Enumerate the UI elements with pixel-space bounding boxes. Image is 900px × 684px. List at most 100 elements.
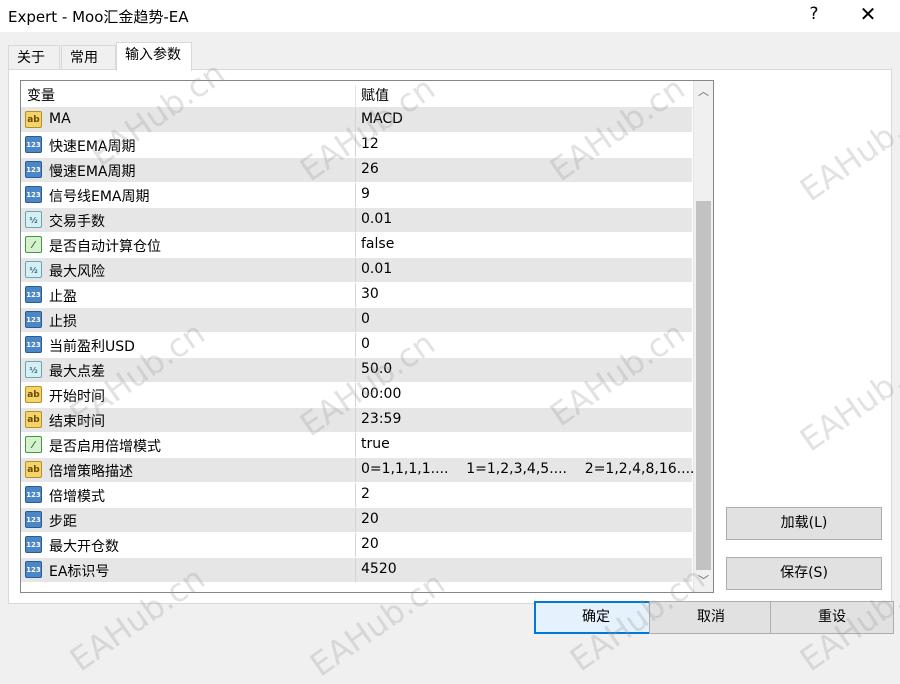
column-separator — [355, 308, 356, 332]
parameter-name: 止损 — [49, 314, 77, 330]
window-title: Expert - Moo汇金趋势-EA — [8, 8, 189, 26]
parameter-name: 交易手数 — [49, 214, 105, 230]
column-separator — [355, 483, 356, 507]
parameters-grid: 变量 赋值 ab MA MACD 123 快速EMA周期 12 123 慢速EMA周期 26 12… — [20, 80, 714, 593]
parameter-value[interactable]: 0 — [361, 311, 370, 327]
parameter-value[interactable]: true — [361, 436, 390, 452]
frac-type-icon: ½ — [25, 361, 42, 378]
table-row[interactable]: ⁄ 是否自动计算仓位 false — [21, 233, 692, 258]
table-row[interactable]: 123 倍增模式 2 — [21, 483, 692, 508]
parameter-value[interactable]: MACD — [361, 111, 403, 127]
table-row[interactable]: 123 快速EMA周期 12 — [21, 133, 692, 158]
num-type-icon: 123 — [25, 161, 42, 178]
save-button[interactable]: 保存(S) — [726, 557, 882, 590]
parameter-value[interactable]: false — [361, 236, 394, 252]
scroll-up-icon[interactable]: ︿ — [694, 83, 713, 101]
table-row[interactable]: 123 步距 20 — [21, 508, 692, 533]
num-type-icon: 123 — [25, 286, 42, 303]
parameter-value[interactable]: 23:59 — [361, 411, 401, 427]
tab-common[interactable]: 常用 — [61, 45, 116, 70]
ab-type-icon: ab — [25, 411, 42, 428]
column-separator — [355, 508, 356, 532]
column-separator — [355, 558, 356, 582]
table-row[interactable]: 123 最大开仓数 20 — [21, 533, 692, 558]
help-button[interactable]: ? — [788, 0, 840, 30]
table-row[interactable]: ab 结束时间 23:59 — [21, 408, 692, 433]
vertical-scrollbar[interactable]: ︿ ﹀ — [693, 81, 713, 592]
column-separator — [355, 208, 356, 232]
reset-button[interactable]: 重设 — [770, 601, 894, 634]
ab-type-icon: ab — [25, 111, 42, 128]
parameter-value[interactable]: 4520 — [361, 561, 397, 577]
table-row[interactable]: 123 止损 0 — [21, 308, 692, 333]
table-row[interactable]: ab 倍增策略描述 0=1,1,1,1.... 1=1,2,3,4,5.... 2=… — [21, 458, 699, 483]
column-separator — [355, 433, 356, 457]
parameter-name: EA标识号 — [49, 564, 110, 580]
bool-type-icon: ⁄ — [25, 436, 42, 453]
header-value[interactable]: 赋值 — [361, 85, 389, 105]
tab-inputs[interactable]: 输入参数 — [116, 42, 192, 71]
parameter-name: 最大风险 — [49, 264, 105, 280]
title-bar: Expert - Moo汇金趋势-EA ? ✕ — [0, 0, 900, 32]
parameter-name: 当前盈利USD — [49, 339, 135, 355]
num-type-icon: 123 — [25, 311, 42, 328]
parameter-value[interactable]: 20 — [361, 511, 379, 527]
parameter-name: 最大开仓数 — [49, 539, 119, 555]
num-type-icon: 123 — [25, 486, 42, 503]
column-separator — [355, 358, 356, 382]
parameter-name: 信号线EMA周期 — [49, 189, 150, 205]
column-separator — [355, 458, 356, 482]
table-row[interactable]: ab MA MACD — [21, 108, 692, 133]
table-row[interactable]: 123 EA标识号 4520 — [21, 558, 692, 583]
parameter-value[interactable]: 0.01 — [361, 211, 392, 227]
parameter-value[interactable]: 0=1,1,1,1.... 1=1,2,3,4,5.... 2=1,2,4,8,… — [361, 461, 699, 477]
scroll-thumb[interactable] — [696, 201, 711, 570]
parameter-name: MA — [49, 111, 71, 127]
parameter-value[interactable]: 50.0 — [361, 361, 392, 377]
scroll-down-icon[interactable]: ﹀ — [694, 572, 713, 590]
num-type-icon: 123 — [25, 536, 42, 553]
parameter-name: 是否自动计算仓位 — [49, 239, 161, 255]
frac-type-icon: ½ — [25, 211, 42, 228]
cancel-button[interactable]: 取消 — [649, 601, 773, 634]
table-row[interactable]: 123 信号线EMA周期 9 — [21, 183, 692, 208]
parameter-value[interactable]: 20 — [361, 536, 379, 552]
parameter-value[interactable]: 0.01 — [361, 261, 392, 277]
close-button[interactable]: ✕ — [842, 0, 894, 30]
num-type-icon: 123 — [25, 336, 42, 353]
parameter-name: 快速EMA周期 — [49, 139, 136, 155]
parameter-name: 结束时间 — [49, 414, 105, 430]
parameter-value[interactable]: 2 — [361, 486, 370, 502]
parameter-name: 慢速EMA周期 — [49, 164, 136, 180]
table-row[interactable]: ⁄ 是否启用倍增模式 true — [21, 433, 692, 458]
table-row[interactable]: ½ 最大风险 0.01 — [21, 258, 692, 283]
parameter-value[interactable]: 9 — [361, 186, 370, 202]
table-row[interactable]: 123 慢速EMA周期 26 — [21, 158, 692, 183]
column-separator — [355, 283, 356, 307]
column-separator — [355, 333, 356, 357]
tab-about[interactable]: 关于 — [8, 45, 60, 70]
parameter-value[interactable]: 0 — [361, 336, 370, 352]
ab-type-icon: ab — [25, 461, 42, 478]
parameter-value[interactable]: 00:00 — [361, 386, 401, 402]
grid-header: 变量 赋值 — [21, 81, 693, 111]
num-type-icon: 123 — [25, 561, 42, 578]
header-variable[interactable]: 变量 — [27, 85, 55, 105]
parameter-value[interactable]: 26 — [361, 161, 379, 177]
parameter-name: 止盈 — [49, 289, 77, 305]
table-row[interactable]: 123 当前盈利USD 0 — [21, 333, 692, 358]
parameter-value[interactable]: 12 — [361, 136, 379, 152]
parameter-value[interactable]: 30 — [361, 286, 379, 302]
ok-button[interactable]: 确定 — [534, 601, 658, 634]
table-row[interactable]: ab 开始时间 00:00 — [21, 383, 692, 408]
table-row[interactable]: 123 止盈 30 — [21, 283, 692, 308]
load-button[interactable]: 加载(L) — [726, 507, 882, 540]
column-separator — [355, 258, 356, 282]
parameter-name: 步距 — [49, 514, 77, 530]
frac-type-icon: ½ — [25, 261, 42, 278]
bool-type-icon: ⁄ — [25, 236, 42, 253]
column-separator — [355, 183, 356, 207]
table-row[interactable]: ½ 最大点差 50.0 — [21, 358, 692, 383]
table-row[interactable]: ½ 交易手数 0.01 — [21, 208, 692, 233]
num-type-icon: 123 — [25, 511, 42, 528]
